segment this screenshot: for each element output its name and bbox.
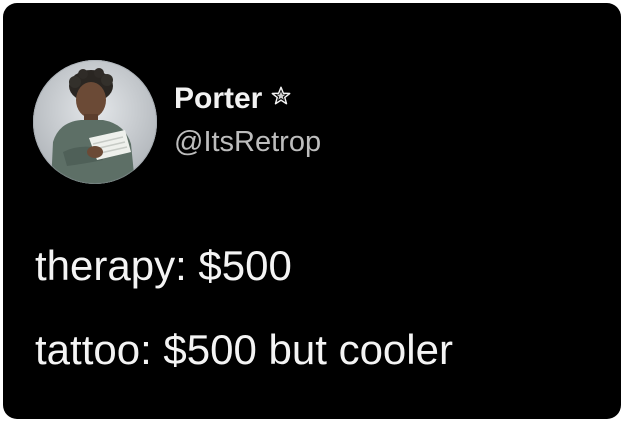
avatar[interactable]: [33, 60, 157, 184]
tweet-text-line: therapy: $500: [35, 242, 292, 289]
display-name[interactable]: Porter: [174, 81, 292, 117]
tweet-text-line: tattoo: $500 but cooler: [35, 326, 453, 373]
user-handle[interactable]: @ItsRetrop: [174, 124, 321, 160]
display-name-text: Porter: [174, 82, 263, 115]
star-outline-icon: [270, 80, 292, 116]
avatar-photo: [33, 60, 157, 184]
tweet-card: Porter @ItsRetrop therapy: $500 tattoo: …: [3, 3, 621, 419]
